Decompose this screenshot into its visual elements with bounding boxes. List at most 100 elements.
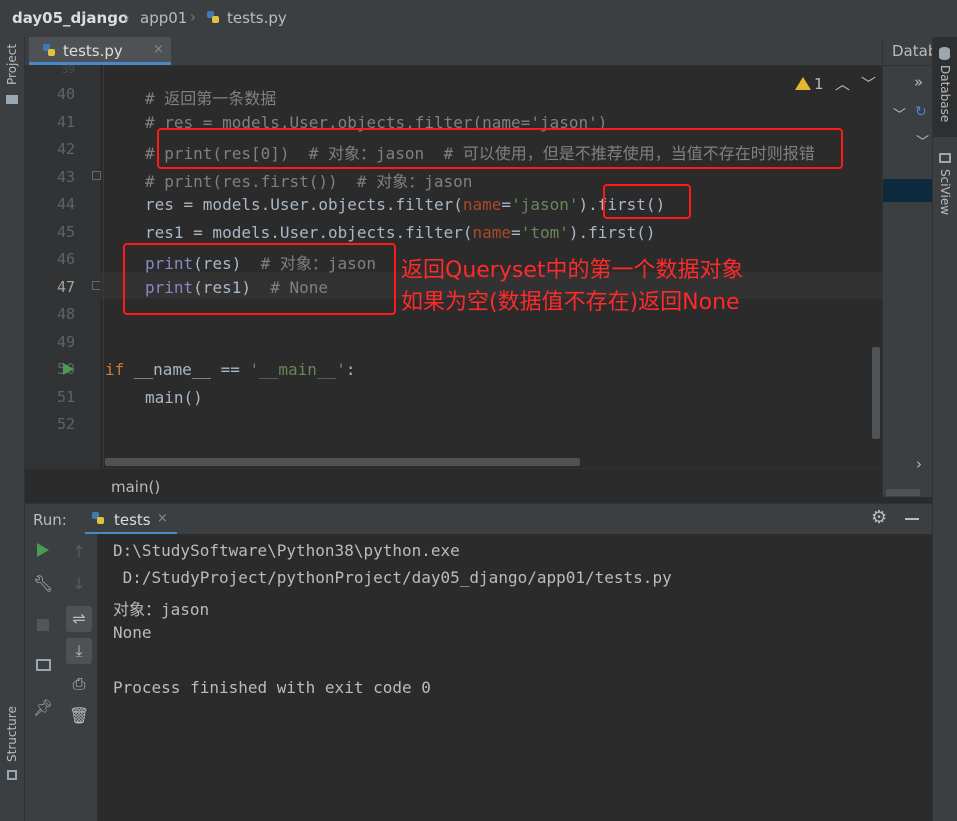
chevron-right-icon[interactable]: ›	[916, 455, 922, 473]
run-gutter-icon[interactable]	[63, 363, 74, 375]
left-tool-strip: Project Structure	[0, 37, 25, 821]
console-output-line[interactable]: D:/StudyProject/pythonProject/day05_djan…	[113, 568, 672, 587]
code-token: res = models.User.objects.filter(	[145, 195, 463, 214]
code-line-51: main()	[145, 388, 203, 407]
code-token: ).first()	[568, 223, 656, 242]
editor-scrollbar-horizontal[interactable]	[105, 458, 580, 466]
line-number: 46	[56, 250, 75, 268]
line-number: 48	[56, 305, 75, 323]
python-file-icon	[206, 10, 221, 25]
code-line-45: res1 = models.User.objects.filter(name='…	[145, 223, 656, 242]
line-number-gutter: 39 40 41 42 43 44 45 46 47 48 49 50 51 5…	[25, 63, 101, 468]
close-icon[interactable]: ×	[157, 511, 168, 526]
tab-tests-py[interactable]: tests.py ×	[29, 37, 171, 65]
comment-text: # 返回第一条数据	[145, 89, 277, 108]
line-number: 51	[56, 388, 75, 406]
code-token: :	[345, 360, 356, 379]
chevron-right-icon: ›	[190, 8, 196, 26]
code-line-44: res = models.User.objects.filter(name='j…	[145, 195, 665, 214]
line-number: 40	[56, 85, 75, 103]
console-output-line: None	[113, 623, 152, 642]
inspections-widget[interactable]: 1 ︿ ﹀	[795, 73, 876, 94]
rerun-icon[interactable]	[33, 542, 53, 562]
line-number: 52	[56, 415, 75, 433]
code-token: if	[105, 360, 134, 379]
scroll-to-end-icon[interactable]: ⤓	[66, 638, 92, 664]
code-line-50: if __name__ == '__main__':	[105, 360, 355, 379]
close-icon[interactable]: ×	[153, 42, 164, 57]
code-token: =	[511, 223, 521, 242]
console-output-line: D:\StudySoftware\Python38\python.exe	[113, 541, 460, 560]
breadcrumb-project[interactable]: day05_django	[12, 9, 128, 27]
code-token: res1 = models.User.objects.filter(	[145, 223, 473, 242]
pin-icon[interactable]: 📌︎	[33, 698, 53, 718]
line-number-current: 47	[56, 278, 75, 296]
soft-wrap-icon[interactable]: ⇌	[66, 606, 92, 632]
run-panel-header: Run: tests × ⚙	[25, 503, 932, 535]
tab-label: tests.py	[63, 42, 123, 60]
code-token: __name__ ==	[133, 360, 250, 379]
structure-icon[interactable]	[7, 770, 17, 780]
annotation-text-line1: 返回Queryset中的第一个数据对象	[401, 258, 744, 283]
console-output-line: 对象：jason	[113, 600, 210, 619]
arrow-down-icon[interactable]: ↓	[69, 574, 89, 594]
code-token: name	[472, 223, 512, 242]
expand-icon[interactable]: ﹀	[893, 104, 906, 123]
annotation-text-line2: 如果为空(数据值不存在)返回None	[401, 290, 740, 315]
wrench-icon[interactable]: 🔧︎	[33, 574, 53, 594]
collapse-icon[interactable]: ﹀	[916, 131, 929, 150]
sciview-tool-label[interactable]: SciView	[938, 169, 952, 215]
database-panel: Datab » ﹀ ↻ ﹀ ›	[882, 37, 937, 497]
breadcrumb-file[interactable]: tests.py	[227, 9, 287, 27]
more-actions-icon[interactable]: »	[914, 73, 923, 91]
database-tool-label: Database	[938, 65, 952, 123]
line-number: 49	[56, 333, 75, 351]
minimize-icon[interactable]	[905, 518, 919, 520]
code-token: name	[462, 195, 502, 214]
run-label: Run:	[33, 511, 67, 529]
chevron-up-icon[interactable]: ︿	[835, 73, 850, 94]
indent-guide	[103, 65, 104, 467]
warning-count: 1	[814, 75, 824, 93]
line-number-partial: 39	[61, 63, 75, 76]
database-selected-row[interactable]	[883, 179, 933, 202]
folder-icon[interactable]	[6, 95, 18, 104]
code-token: '__main__'	[249, 360, 346, 379]
sciview-icon	[939, 153, 951, 163]
python-file-icon	[42, 43, 57, 58]
print-icon[interactable]: ⎙	[69, 674, 89, 694]
code-line-43: # print(res.first()) # 对象：jason	[145, 168, 472, 192]
code-token: main()	[145, 388, 203, 407]
trash-icon[interactable]: 🗑︎	[69, 706, 89, 726]
line-number: 43	[56, 168, 75, 186]
chevron-right-icon: ›	[124, 8, 130, 26]
function-breadcrumb: main()	[25, 468, 882, 501]
run-tab-label[interactable]: tests	[114, 511, 151, 529]
editor-scrollbar-vertical[interactable]	[872, 347, 880, 439]
highlight-box-print-lines	[123, 243, 396, 315]
stop-icon[interactable]	[33, 616, 53, 636]
refresh-icon[interactable]: ↻	[915, 104, 927, 120]
gear-icon[interactable]: ⚙	[871, 507, 887, 528]
breadcrumb-bar: day05_django › app01 › tests.py	[0, 0, 957, 38]
code-token: 'tom'	[520, 223, 569, 242]
project-tool-label[interactable]: Project	[5, 44, 19, 85]
panel-scrollbar[interactable]	[886, 489, 920, 496]
line-number: 41	[56, 113, 75, 131]
structure-tool-label[interactable]: Structure	[5, 706, 19, 762]
run-toolbar-secondary: ↑ ↓ ⇌ ⤓ ⎙ 🗑︎	[61, 534, 98, 821]
highlight-box-first-call	[603, 184, 691, 219]
layout-icon[interactable]	[33, 656, 53, 676]
function-breadcrumb-label[interactable]: main()	[111, 478, 160, 496]
arrow-up-icon[interactable]: ↑	[69, 542, 89, 562]
python-file-icon	[91, 511, 106, 526]
code-line-40: # 返回第一条数据	[145, 85, 276, 109]
database-icon	[939, 47, 950, 60]
chevron-down-icon[interactable]: ﹀	[861, 73, 876, 94]
line-number: 44	[56, 195, 75, 213]
code-token: 'jason'	[511, 195, 579, 214]
comment-text: # print(res.first()) # 对象：jason	[145, 172, 473, 191]
breadcrumb-folder[interactable]: app01	[140, 9, 187, 27]
run-toolbar-primary: 🔧︎ 📌︎	[25, 534, 61, 821]
console-output-line: Process finished with exit code 0	[113, 678, 431, 697]
